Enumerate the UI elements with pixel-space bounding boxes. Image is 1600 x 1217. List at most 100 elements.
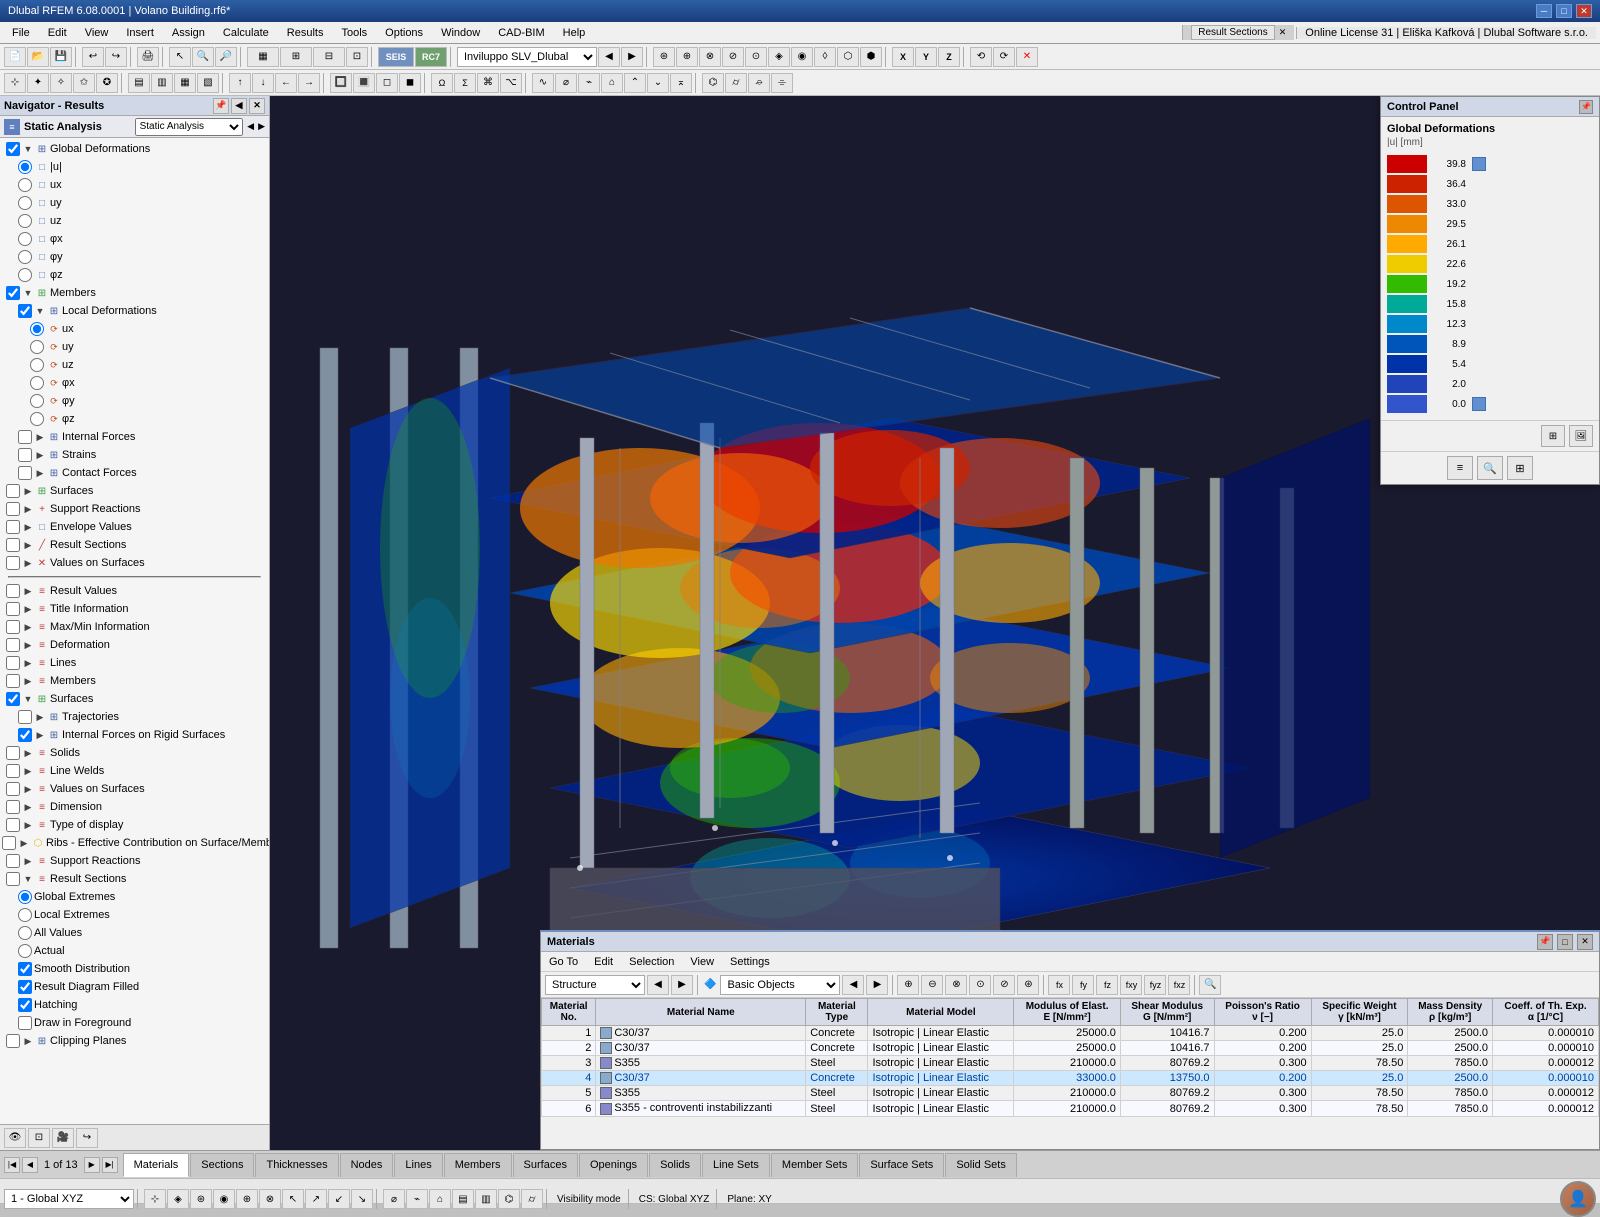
tree-phiy-local[interactable]: ⟳ φy — [0, 392, 269, 410]
nav-pin-btn[interactable]: 📌 — [213, 98, 229, 114]
tree-type-display[interactable]: ▶ ≡ Type of display — [0, 816, 269, 834]
tree-ux[interactable]: □ ux — [0, 176, 269, 194]
expand-type-display[interactable]: ▶ — [22, 819, 34, 831]
tb2-2[interactable]: ✦ — [27, 73, 49, 93]
tree-clipping-planes[interactable]: ▶ ⊞ Clipping Planes — [0, 1032, 269, 1050]
tree-envelope-values[interactable]: ▶ □ Envelope Values — [0, 518, 269, 536]
check-val-surf2[interactable] — [6, 782, 20, 796]
nav-arrow-right[interactable]: ▶ — [258, 121, 265, 132]
mat-table-row[interactable]: 4 C30/37 Concrete Isotropic | Linear Ela… — [542, 1071, 1599, 1086]
tb-redo2[interactable]: ⟳ — [993, 47, 1015, 67]
tree-local-deformations[interactable]: ▼ ⊞ Local Deformations — [0, 302, 269, 320]
tb-btn9[interactable]: ⊙ — [745, 47, 767, 67]
tree-members-disp[interactable]: ▶ ≡ Members — [0, 672, 269, 690]
vp-tb-16[interactable]: ⌬ — [498, 1189, 520, 1209]
vp-tb-1[interactable]: ⊹ — [144, 1189, 166, 1209]
vp-tb-13[interactable]: ⌂ — [429, 1189, 451, 1209]
check-dimension[interactable] — [6, 800, 20, 814]
radio-global-ext[interactable] — [18, 890, 32, 904]
menu-edit[interactable]: Edit — [40, 22, 75, 43]
vp-tb-10[interactable]: ↘ — [351, 1189, 373, 1209]
close-button[interactable]: ✕ — [1576, 4, 1592, 18]
prev-page-btn[interactable]: ◀ — [22, 1157, 38, 1173]
expand-support-react[interactable]: ▶ — [22, 503, 34, 515]
combo-inviluppo[interactable]: Inviluppo SLV_Dlubal — [457, 47, 597, 67]
tb2-20[interactable]: ⌘ — [477, 73, 499, 93]
tb2-19[interactable]: Σ — [454, 73, 476, 93]
tree-line-welds[interactable]: ▶ ≡ Line Welds — [0, 762, 269, 780]
mat-tb-4[interactable]: ⊙ — [969, 975, 991, 995]
menu-calculate[interactable]: Calculate — [215, 22, 277, 43]
tree-phix-local[interactable]: ⟳ φx — [0, 374, 269, 392]
check-global-def[interactable] — [6, 142, 20, 156]
check-lines[interactable] — [6, 656, 20, 670]
radio-local-ext[interactable] — [18, 908, 32, 922]
radio-phix[interactable] — [18, 232, 32, 246]
tb2-6[interactable]: ▤ — [128, 73, 150, 93]
mat-table-row[interactable]: 5 S355 Steel Isotropic | Linear Elastic … — [542, 1086, 1599, 1101]
tab-line-sets[interactable]: Line Sets — [702, 1153, 770, 1177]
tab-member-sets[interactable]: Member Sets — [771, 1153, 858, 1177]
mat-search-btn[interactable]: 🔍 — [1199, 975, 1221, 995]
radio-phiz[interactable] — [18, 268, 32, 282]
mat-tb-6[interactable]: ⊛ — [1017, 975, 1039, 995]
tree-global-deformations[interactable]: ▼ ⊞ Global Deformations — [0, 140, 269, 158]
tree-surfaces[interactable]: ▶ ⊞ Surfaces — [0, 482, 269, 500]
tree-values-on-surf2[interactable]: ▶ ≡ Values on Surfaces — [0, 780, 269, 798]
vp-tb-15[interactable]: ▥ — [475, 1189, 497, 1209]
nav-arrow-left[interactable]: ◀ — [247, 121, 254, 132]
tb2-28[interactable]: ⌅ — [670, 73, 692, 93]
tb2-4[interactable]: ✩ — [73, 73, 95, 93]
legend-slider-0[interactable] — [1472, 157, 1486, 171]
cp-grid-icon[interactable]: ⊞ — [1507, 456, 1533, 480]
expand-result-sect2[interactable]: ▼ — [22, 873, 34, 885]
tb-redo[interactable]: ↪ — [105, 47, 127, 67]
mat-bo-next[interactable]: ▶ — [866, 975, 888, 995]
check-intforces-rigid[interactable] — [18, 728, 32, 742]
check-title-info[interactable] — [6, 602, 20, 616]
tab-sections[interactable]: Sections — [190, 1153, 254, 1177]
mat-table-row[interactable]: 1 C30/37 Concrete Isotropic | Linear Ela… — [542, 1026, 1599, 1041]
check-result-sect[interactable] — [6, 538, 20, 552]
vp-tb-8[interactable]: ↗ — [305, 1189, 327, 1209]
radio-phix-local[interactable] — [30, 376, 44, 390]
check-draw-fore[interactable] — [18, 1016, 32, 1030]
mat-fx-5[interactable]: fyz — [1144, 975, 1166, 995]
check-result-vals[interactable] — [6, 584, 20, 598]
expand-title-info[interactable]: ▶ — [22, 603, 34, 615]
expand-int-forces[interactable]: ▶ — [34, 431, 46, 443]
mat-fx-2[interactable]: fy — [1072, 975, 1094, 995]
expand-ribs-eff[interactable]: ▶ — [18, 837, 30, 849]
mat-close-btn[interactable]: ✕ — [1577, 934, 1593, 950]
radio-phiz-local[interactable] — [30, 412, 44, 426]
tab-surfaces[interactable]: Surfaces — [513, 1153, 578, 1177]
tb-btn11[interactable]: ◉ — [791, 47, 813, 67]
tb2-30[interactable]: ⌭ — [725, 73, 747, 93]
menu-file[interactable]: File — [4, 22, 38, 43]
expand-surfaces-disp[interactable]: ▼ — [22, 693, 34, 705]
vp-tb-9[interactable]: ↙ — [328, 1189, 350, 1209]
tree-strains[interactable]: ▶ ⊞ Strains — [0, 446, 269, 464]
expand-surfaces[interactable]: ▶ — [22, 485, 34, 497]
tb2-9[interactable]: ▧ — [197, 73, 219, 93]
mat-next-btn[interactable]: ▶ — [671, 975, 693, 995]
expand-deform[interactable]: ▶ — [22, 639, 34, 651]
check-int-forces[interactable] — [18, 430, 32, 444]
nav-bot-btn2[interactable]: ⊡ — [28, 1128, 50, 1148]
tb-zoom-in[interactable]: 🔍 — [192, 47, 214, 67]
mat-bo-prev[interactable]: ◀ — [842, 975, 864, 995]
tb-close-x[interactable]: ✕ — [1016, 47, 1038, 67]
radio-uy[interactable] — [18, 196, 32, 210]
tab-solid-sets[interactable]: Solid Sets — [945, 1153, 1017, 1177]
vp-tb-5[interactable]: ⊕ — [236, 1189, 258, 1209]
tb-view-z[interactable]: Z — [938, 47, 960, 67]
tb-btn4[interactable]: ⊡ — [346, 47, 368, 67]
tb-view-x[interactable]: X — [892, 47, 914, 67]
tb-btn8[interactable]: ⊘ — [722, 47, 744, 67]
tb2-15[interactable]: 🔳 — [353, 73, 375, 93]
expand-line-welds[interactable]: ▶ — [22, 765, 34, 777]
tree-uz[interactable]: □ uz — [0, 212, 269, 230]
tree-result-diag[interactable]: Result Diagram Filled — [0, 978, 269, 996]
expand-traj[interactable]: ▶ — [34, 711, 46, 723]
tb-open[interactable]: 📂 — [27, 47, 49, 67]
